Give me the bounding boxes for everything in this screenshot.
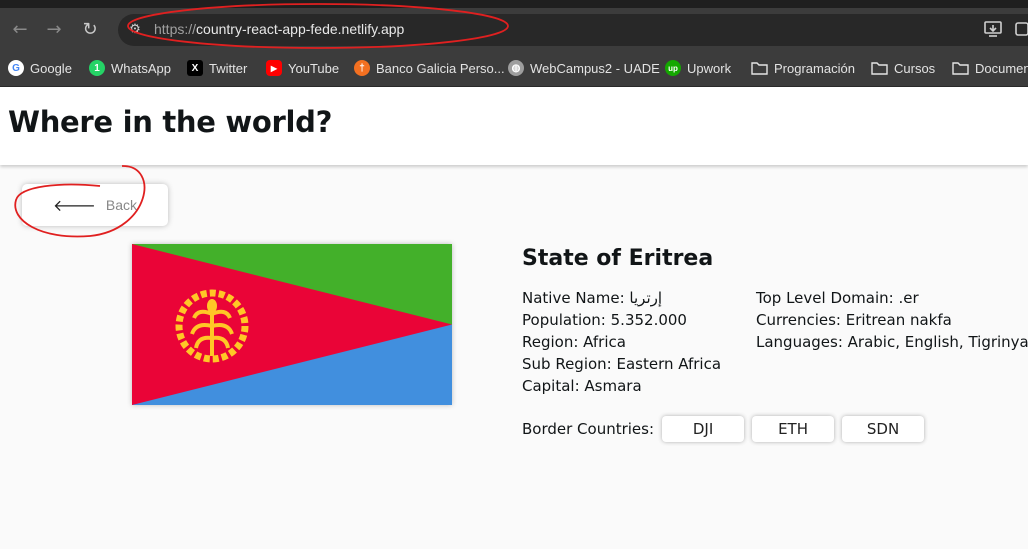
globe-icon: ◍	[508, 60, 524, 76]
youtube-icon: ▶	[266, 60, 282, 76]
x-icon: X	[187, 60, 203, 76]
folder-icon	[751, 62, 768, 75]
bookmark-twitter[interactable]: X Twitter	[187, 58, 247, 78]
bookmark-google[interactable]: G Google	[8, 58, 72, 78]
site-info-icon[interactable]: ⚙	[126, 21, 144, 39]
bookmark-upwork[interactable]: up Upwork	[665, 58, 731, 78]
app-header: Where in the world?	[0, 87, 1028, 165]
country-name: State of Eritrea	[522, 246, 714, 271]
border-countries: Border Countries: DJI ETH SDN	[522, 416, 925, 442]
bookmark-folder-programacion[interactable]: Programación	[751, 58, 855, 78]
install-app-icon[interactable]	[984, 21, 1002, 37]
bookmark-whatsapp[interactable]: 1 WhatsApp	[89, 58, 171, 78]
folder-icon	[871, 62, 888, 75]
languages: Languages: Arabic, English, Tigrinya	[756, 333, 1028, 351]
border-countries-label: Border Countries:	[522, 420, 655, 438]
bookmarks-bar: G Google 1 WhatsApp X Twitter ▶ YouTube …	[0, 50, 1028, 87]
google-icon: G	[8, 60, 24, 76]
details-column-right: Top Level Domain: .er Currencies: Eritre…	[756, 287, 1028, 353]
url-text[interactable]: https://country-react-app-fede.netlify.a…	[154, 21, 404, 37]
bookmark-folder-cursos[interactable]: Cursos	[871, 58, 935, 78]
border-country-chip[interactable]: ETH	[752, 416, 835, 442]
back-button-label: Back	[105, 197, 138, 213]
details-column-left: Native Name: إرتريا Population: 5.352.00…	[522, 287, 721, 397]
native-name: Native Name: إرتريا	[522, 289, 663, 307]
upwork-icon: up	[665, 60, 681, 76]
population: Population: 5.352.000	[522, 311, 687, 329]
bookmark-banco-galicia[interactable]: † Banco Galicia Perso...	[354, 58, 505, 78]
page-title: Where in the world?	[8, 105, 333, 139]
extensions-icon[interactable]	[1014, 21, 1028, 37]
bookmark-webcampus[interactable]: ◍ WebCampus2 - UADE	[508, 58, 660, 78]
country-flag	[132, 244, 452, 405]
region: Region: Africa	[522, 333, 626, 351]
folder-icon	[952, 62, 969, 75]
galicia-icon: †	[354, 60, 370, 76]
back-button[interactable]: 🡐 Back	[22, 184, 168, 226]
browser-toolbar: ← → ↻ ⚙ https://country-react-app-fede.n…	[0, 0, 1028, 50]
reload-icon[interactable]: ↻	[78, 18, 102, 42]
forward-arrow-icon[interactable]: →	[42, 18, 66, 42]
border-country-chip[interactable]: DJI	[662, 416, 745, 442]
bookmark-youtube[interactable]: ▶ YouTube	[266, 58, 339, 78]
currencies: Currencies: Eritrean nakfa	[756, 311, 952, 329]
back-arrow-icon[interactable]: ←	[8, 18, 32, 42]
whatsapp-icon: 1	[89, 60, 105, 76]
address-bar[interactable]: ⚙ https://country-react-app-fede.netlify…	[118, 14, 1028, 46]
bookmark-folder-documentos[interactable]: Documen	[952, 58, 1028, 78]
top-level-domain: Top Level Domain: .er	[756, 289, 919, 307]
arrow-left-icon: 🡐	[52, 196, 96, 215]
sub-region: Sub Region: Eastern Africa	[522, 355, 722, 373]
capital: Capital: Asmara	[522, 377, 642, 395]
border-country-chip[interactable]: SDN	[842, 416, 925, 442]
